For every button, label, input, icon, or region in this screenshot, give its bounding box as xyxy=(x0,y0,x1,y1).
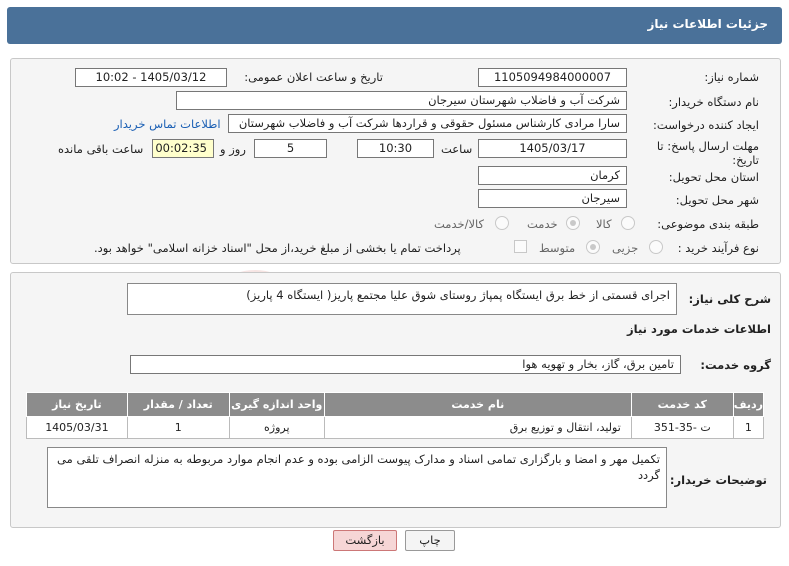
col-service-code: کد خدمت xyxy=(630,392,734,417)
process-radio-minor[interactable] xyxy=(649,240,663,254)
process-label: نوع فرآیند خرید : xyxy=(677,241,759,255)
category-option-service: خدمت xyxy=(527,217,558,231)
table-row: 1 ت -35-351 تولید، انتقال و توزیع برق پر… xyxy=(26,416,765,439)
col-quantity: تعداد / مقدار xyxy=(126,392,230,417)
contact-buyer-link[interactable]: اطلاعات تماس خریدار xyxy=(114,117,221,131)
cell-service-code: ت -35-351 xyxy=(630,416,734,439)
buyer-label: نام دستگاه خریدار: xyxy=(668,95,759,109)
back-button[interactable]: بازگشت xyxy=(333,530,397,551)
province-label: استان محل تحویل: xyxy=(668,170,759,184)
service-group-field: تامین برق، گاز، بخار و تهویه هوا xyxy=(130,355,681,374)
cell-quantity: 1 xyxy=(126,416,230,439)
category-radio-service[interactable] xyxy=(566,216,580,230)
deadline-time-field: 10:30 xyxy=(357,139,434,158)
announce-label: تاریخ و ساعت اعلان عمومی: xyxy=(244,70,383,84)
page-header: جزئیات اطلاعات نیاز xyxy=(7,7,782,44)
category-option-goods: کالا xyxy=(596,217,612,231)
cell-unit: پروژه xyxy=(228,416,325,439)
treasury-payment-checkbox[interactable] xyxy=(514,240,527,253)
table-header-row: ردیف کد خدمت نام خدمت واحد اندازه گیری ت… xyxy=(26,392,765,417)
process-radio-medium[interactable] xyxy=(586,240,600,254)
category-radio-goods[interactable] xyxy=(621,216,635,230)
treasury-payment-note: پرداخت تمام یا بخشی از مبلغ خرید،از محل … xyxy=(94,241,461,255)
announce-field: 1405/03/12 - 10:02 xyxy=(75,68,227,87)
process-option-minor: جزیی xyxy=(612,241,639,255)
category-option-goods-service: کالا/خدمت xyxy=(434,217,485,231)
buyer-field: شرکت آب و فاضلاب شهرستان سیرجان xyxy=(176,91,627,110)
summary-label: شرح کلی نیاز: xyxy=(688,292,771,306)
services-table: ردیف کد خدمت نام خدمت واحد اندازه گیری ت… xyxy=(26,392,765,439)
creator-label: ایجاد کننده درخواست: xyxy=(653,118,759,132)
services-section-title: اطلاعات خدمات مورد نیاز xyxy=(627,322,771,336)
cell-row-number: 1 xyxy=(732,416,765,439)
creator-field: سارا مرادی کارشناس مسئول حقوقی و قراردها… xyxy=(228,114,627,133)
buyer-notes-field: تکمیل مهر و امضا و بارگزاری تمامی اسناد … xyxy=(47,447,667,508)
cell-service-name: تولید، انتقال و توزیع برق xyxy=(323,416,632,439)
category-radio-goods-service[interactable] xyxy=(495,216,509,230)
col-need-date: تاریخ نیاز xyxy=(26,392,128,417)
buyer-notes-label: توضیحات خریدار: xyxy=(669,473,767,487)
deadline-date-field: 1405/03/17 xyxy=(478,139,627,158)
city-label: شهر محل تحویل: xyxy=(675,193,759,207)
remaining-time-field: 00:02:35 xyxy=(152,139,214,158)
need-number-label: شماره نیاز: xyxy=(704,70,759,84)
col-service-name: نام خدمت xyxy=(323,392,632,417)
service-group-label: گروه خدمت: xyxy=(700,358,771,372)
category-label: طبقه بندی موضوعی: xyxy=(657,217,759,231)
province-field: کرمان xyxy=(478,166,627,185)
days-label: روز و xyxy=(220,142,246,156)
remaining-label: ساعت باقی مانده xyxy=(58,142,144,156)
deadline-label: مهلت ارسال پاسخ: تا تاریخ: xyxy=(656,139,759,167)
summary-field: اجرای قسمتی از خط برق ایستگاه پمپاژ روست… xyxy=(127,283,677,315)
process-option-medium: متوسط xyxy=(539,241,576,255)
deadline-time-label: ساعت xyxy=(441,142,473,156)
cell-need-date: 1405/03/31 xyxy=(26,416,128,439)
col-unit: واحد اندازه گیری xyxy=(228,392,325,417)
col-row-number: ردیف xyxy=(732,392,765,417)
days-field: 5 xyxy=(254,139,327,158)
page-title: جزئیات اطلاعات نیاز xyxy=(647,17,768,31)
need-number-field: 1105094984000007 xyxy=(478,68,627,87)
city-field: سیرجان xyxy=(478,189,627,208)
print-button[interactable]: چاپ xyxy=(405,530,455,551)
